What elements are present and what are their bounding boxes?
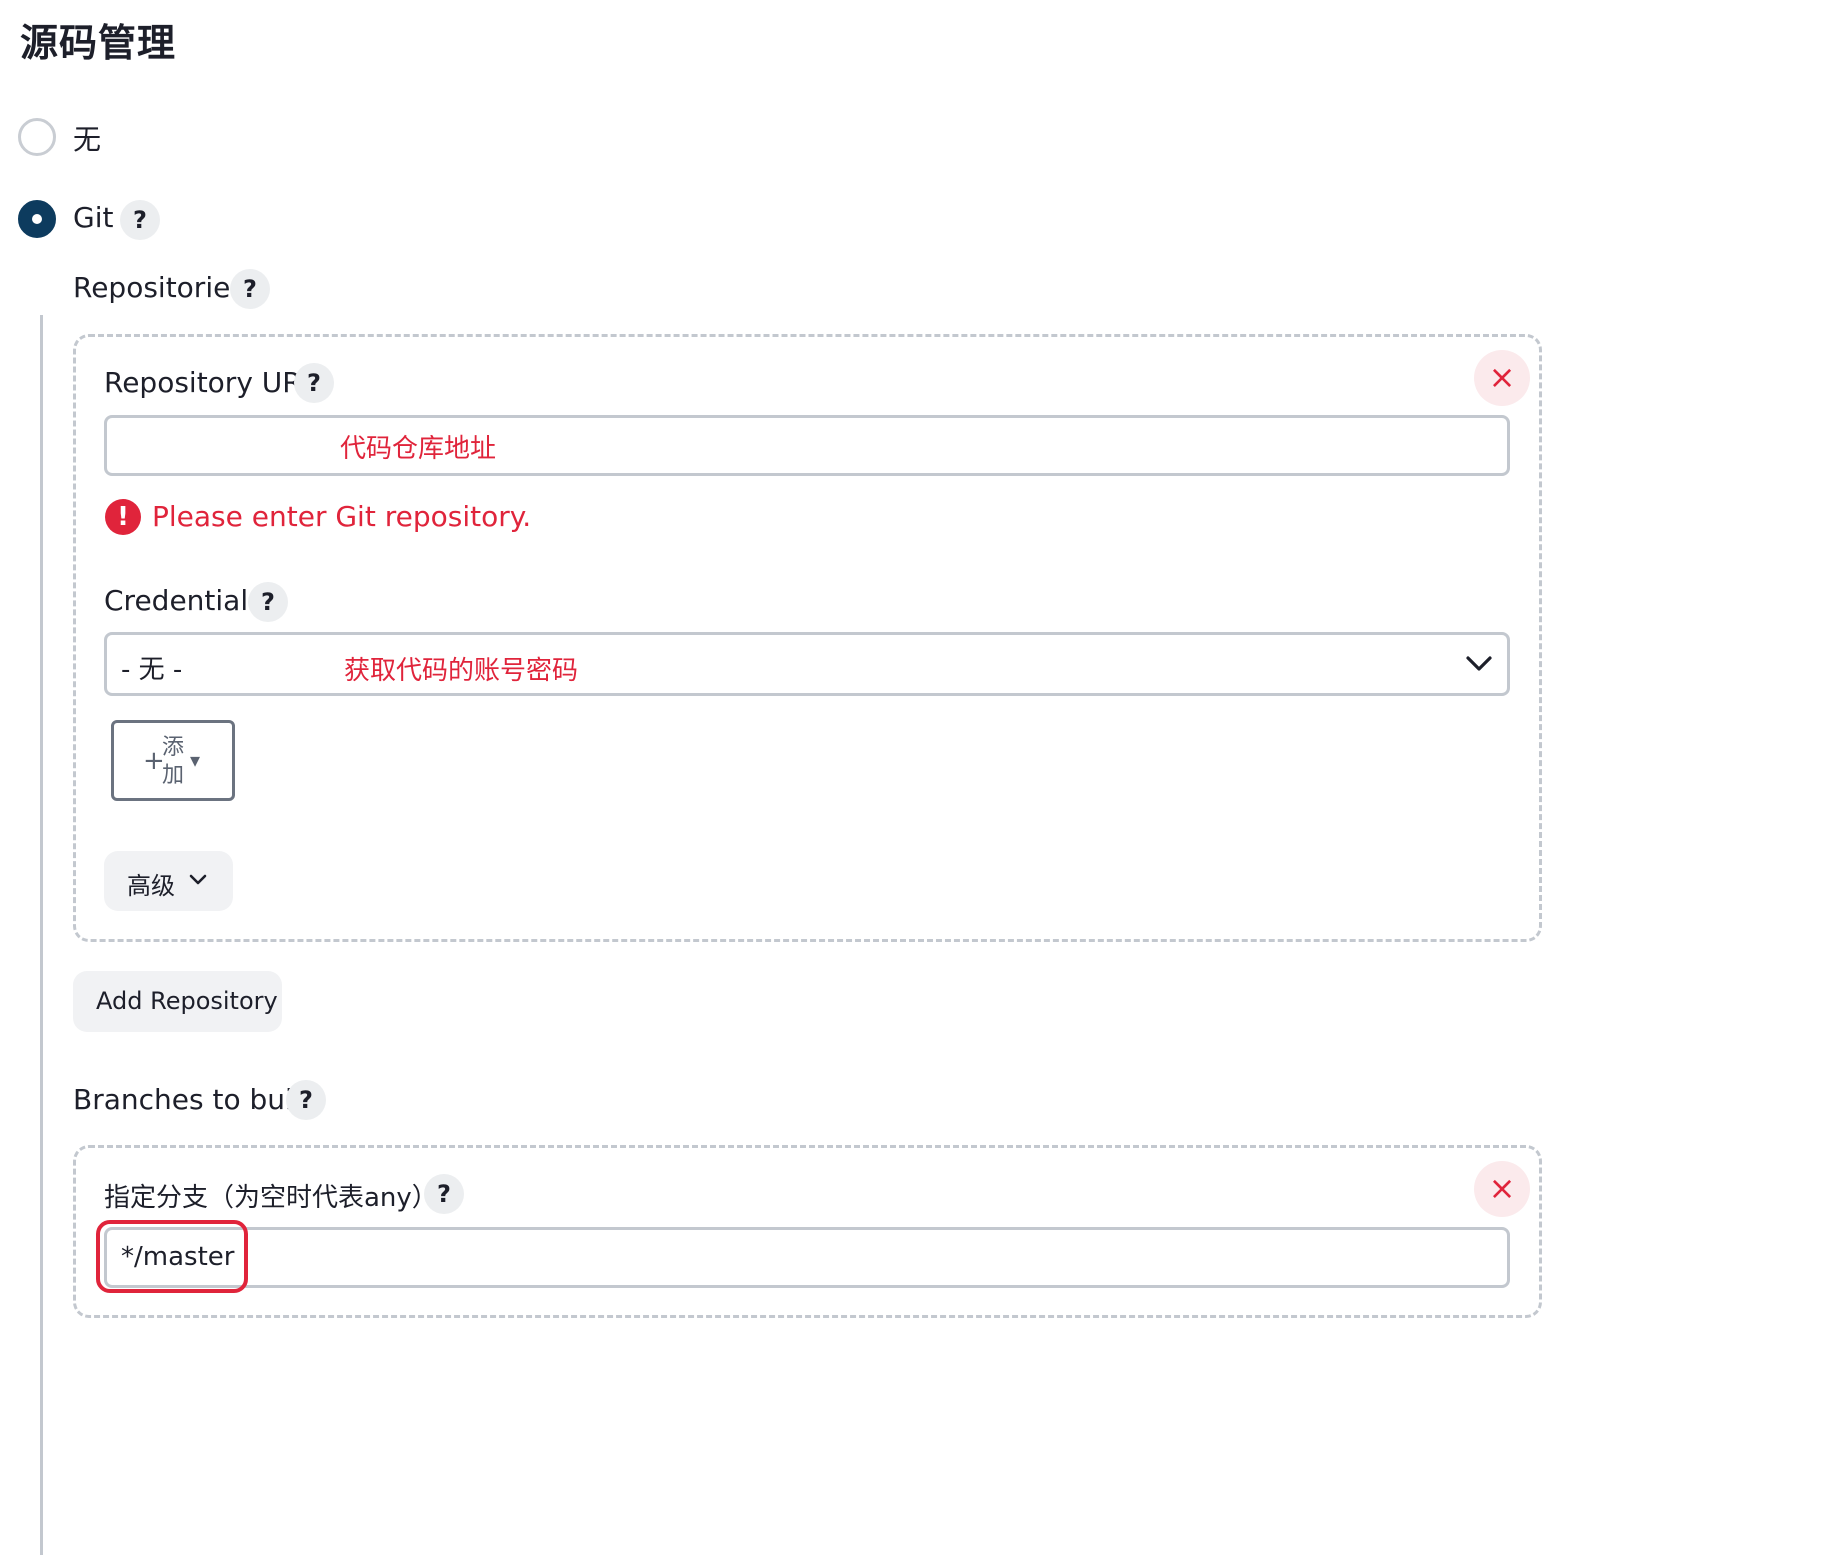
- remove-repository-close-icon[interactable]: ×: [1474, 350, 1530, 406]
- section-indent-line: [40, 315, 43, 1555]
- credentials-select[interactable]: [104, 632, 1510, 696]
- repository-url-error: Please enter Git repository.: [152, 500, 532, 533]
- credentials-label: Credentials: [104, 584, 263, 617]
- radio-git-label: Git: [73, 201, 114, 234]
- branch-specifier-label: 指定分支（为空时代表any）: [104, 1183, 438, 1213]
- branch-specifier-help-icon[interactable]: ?: [424, 1174, 464, 1214]
- advanced-label: 高级: [127, 872, 175, 900]
- remove-branch-close-icon[interactable]: ×: [1474, 1161, 1530, 1217]
- repository-url-help-icon[interactable]: ?: [294, 363, 334, 403]
- repository-url-input[interactable]: [104, 415, 1510, 476]
- branches-help-icon[interactable]: ?: [286, 1080, 326, 1120]
- error-icon: !: [105, 499, 141, 535]
- add-credentials-label-line1: 添: [162, 735, 185, 760]
- add-repository-label: Add Repository: [96, 987, 278, 1015]
- caret-down-icon: ▾: [190, 748, 201, 772]
- branches-label: Branches to build: [73, 1083, 319, 1116]
- credentials-annotation: 获取代码的账号密码: [344, 656, 579, 686]
- git-help-icon[interactable]: ?: [120, 200, 160, 240]
- page-title: 源码管理: [20, 21, 177, 65]
- branch-value-highlight: [96, 1220, 248, 1293]
- add-credentials-label: 添 加: [162, 734, 184, 790]
- advanced-chevron-down-icon: [188, 869, 208, 893]
- credentials-help-icon[interactable]: ?: [248, 582, 288, 622]
- repository-url-annotation: 代码仓库地址: [340, 434, 497, 464]
- credentials-chevron-down-icon: [1464, 648, 1494, 682]
- credentials-selected-value: - 无 -: [121, 655, 183, 685]
- radio-git[interactable]: [18, 200, 56, 238]
- branch-specifier-input[interactable]: [104, 1227, 1510, 1288]
- repository-url-label: Repository URL: [104, 366, 318, 399]
- repositories-help-icon[interactable]: ?: [230, 269, 270, 309]
- add-credentials-label-line2: 加: [162, 763, 185, 788]
- radio-none[interactable]: [18, 118, 56, 156]
- radio-none-label: 无: [73, 123, 102, 156]
- repositories-label: Repositories: [73, 271, 245, 304]
